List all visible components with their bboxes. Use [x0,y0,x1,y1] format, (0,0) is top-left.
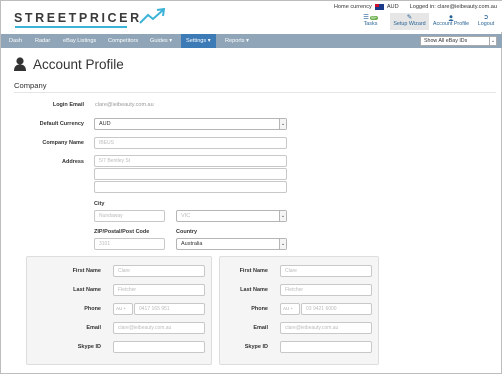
nav-dash[interactable]: Dash [4,34,27,48]
app-window: STREETPRICER Home currency AUD Logged in… [0,0,502,374]
first-name-label: First Name [72,268,101,274]
skype-id-input[interactable] [280,341,372,353]
address-line2-input[interactable] [94,168,287,180]
section-title: Company [14,81,47,90]
first-name-label: First Name [239,268,268,274]
email-input[interactable]: clare@ieibeauty.com.au [280,322,372,334]
logo[interactable]: STREETPRICER [14,7,166,29]
logo-text: STREETPRICER [14,11,142,25]
email-input[interactable]: clare@ieibeauty.com.au [113,322,205,334]
skype-id-input[interactable] [113,341,205,353]
last-name-label: Last Name [240,287,268,293]
ebay-id-select[interactable]: Show All eBay IDs ⌄ [420,36,497,46]
logout-link[interactable]: ➲ Logout [473,13,499,30]
last-name-label: Last Name [73,287,101,293]
chevron-down-icon: ⌄ [489,37,496,45]
company-name-label: Company Name [42,140,84,146]
country-select[interactable]: Australia ⌄ [176,238,287,250]
contact-panel-1: First Name Clare Last Name Fletcher Phon… [26,256,212,365]
account-profile-link[interactable]: Account Profile [429,13,473,30]
logout-label: Logout [477,21,495,27]
login-email-value: clare@ieibeauty.com.au [95,102,154,108]
australia-flag-icon [374,4,384,10]
phone-input[interactable]: 0417 165 951 [134,303,205,315]
account-profile-label: Account Profile [432,21,470,27]
logout-icon: ➲ [483,14,489,21]
trend-arrow-icon [139,7,166,24]
state-value: VIC [181,213,191,219]
city-label: City [94,201,105,207]
email-label: Email [86,325,101,331]
company-name-input[interactable]: IBEUS [94,137,287,149]
skype-id-label: Skype ID [77,344,101,350]
user-info: Home currency AUD Logged in: clare@ieibe… [334,3,497,11]
email-label: Email [253,325,268,331]
contact-panel-2: First Name Clare Last Name Fletcher Phon… [219,256,379,365]
zip-input[interactable]: 3101 [94,238,165,250]
nav-reports[interactable]: Reports ▾ [220,34,254,48]
logged-in-text: Logged in: clare@ieibeauty.com.au [409,4,497,10]
address-label: Address [61,159,84,165]
last-name-input[interactable]: Fletcher [113,284,205,296]
tasks-badge: 99+ [369,15,378,20]
nav-settings[interactable]: Settings ▾ [181,34,216,48]
address-line1-input[interactable]: 5/7 Bentley St [94,155,287,167]
last-name-input[interactable]: Fletcher [280,284,372,296]
main-navbar: Dash Radar eBay Listings Competitors Gui… [1,34,502,48]
header: STREETPRICER Home currency AUD Logged in… [1,1,502,32]
ebay-id-select-value: Show All eBay IDs [424,38,468,44]
wizard-icon: ✎ [406,14,413,21]
home-currency-value: AUD [386,4,399,10]
top-links: ☰ 99+ Tasks ✎ Setup Wizard Account Profil… [351,13,499,30]
nav-ebay-listings[interactable]: eBay Listings [58,34,101,48]
tasks-icon: ☰ 99+ [363,14,378,21]
phone-input[interactable]: 03 9421 6000 [301,303,372,315]
chevron-down-icon: ⌄ [279,119,286,129]
default-currency-select[interactable]: AUD ⌄ [94,118,287,130]
page-title: Account Profile [33,56,124,72]
nav-guides[interactable]: Guides ▾ [145,34,177,48]
chevron-down-icon: ⌄ [279,239,286,249]
setup-wizard-link[interactable]: ✎ Setup Wizard [390,13,429,30]
phone-country-select[interactable]: AU + [280,303,300,315]
chevron-down-icon: ⌄ [279,211,286,221]
country-value: Australia [181,241,203,247]
divider [14,92,496,93]
first-name-input[interactable]: Clare [280,265,372,277]
page-header: Account Profile [14,54,124,74]
tasks-label: Tasks [363,21,378,27]
tasks-link[interactable]: ☰ 99+ Tasks [351,13,390,30]
zip-label: ZIP/Postal/Post Code [94,229,150,235]
user-icon [14,57,26,71]
state-select[interactable]: VIC ⌄ [176,210,287,222]
skype-id-label: Skype ID [244,344,268,350]
user-icon [445,14,457,21]
address-line3-input[interactable] [94,181,287,193]
country-label: Country [176,229,198,235]
setup-wizard-label: Setup Wizard [393,21,426,27]
phone-label: Phone [84,306,101,312]
logo-underline [15,26,127,28]
default-currency-value: AUD [99,121,111,127]
default-currency-label: Default Currency [39,121,84,127]
nav-competitors[interactable]: Competitors [103,34,143,48]
first-name-input[interactable]: Clare [113,265,205,277]
login-email-label: Login Email [52,102,84,108]
phone-label: Phone [251,306,268,312]
nav-radar[interactable]: Radar [30,34,55,48]
phone-country-select[interactable]: AU + [113,303,133,315]
city-input[interactable]: Nundaway [94,210,165,222]
home-currency-label: Home currency [333,4,372,10]
